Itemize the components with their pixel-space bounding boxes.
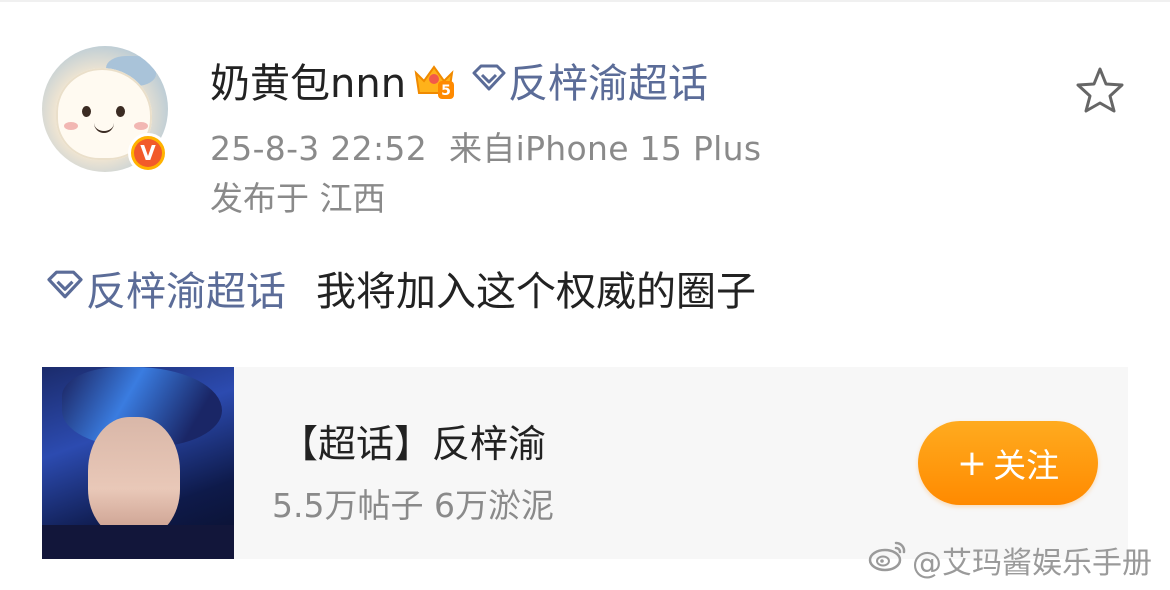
post-timestamp: 25-8-3 22:52 <box>210 129 427 168</box>
supertopic-label: 反梓渝超话 <box>508 61 709 107</box>
post-header: 奶黄包nnn 5 反梓渝超话 <box>210 52 708 108</box>
diamond-icon <box>44 265 86 311</box>
level-number: 5 <box>441 83 451 99</box>
post-location: 发布于 江西 <box>210 179 386 218</box>
supertopic-label: 反梓渝超话 <box>86 269 286 315</box>
watermark: @艾玛酱娱乐手册 <box>868 538 1152 582</box>
supertopic-link-body[interactable]: 反梓渝超话 <box>44 259 286 317</box>
supertopic-link-header[interactable]: 反梓渝超话 <box>470 51 708 109</box>
follow-button[interactable]: + 关注 <box>918 421 1098 505</box>
diamond-icon <box>470 57 508 103</box>
star-outline-icon <box>1076 67 1124 113</box>
verified-badge-icon: V <box>128 133 168 173</box>
post-source: 来自iPhone 15 Plus <box>449 129 762 168</box>
follow-label: 关注 <box>993 446 1060 485</box>
supertopic-card[interactable]: 【超话】反梓渝 5.5万帖子 6万淤泥 + 关注 <box>42 367 1128 559</box>
username[interactable]: 奶黄包nnn <box>210 51 406 109</box>
post-body: 反梓渝超话 我将加入这个权威的圈子 <box>44 258 756 318</box>
supertopic-card-title: 【超话】反梓渝 <box>280 422 547 466</box>
post-meta: 25-8-3 22:52 来自iPhone 15 Plus <box>210 122 761 170</box>
crown-icon[interactable]: 5 <box>412 59 456 101</box>
favorite-button[interactable] <box>1072 62 1128 118</box>
watermark-text: @艾玛酱娱乐手册 <box>912 546 1152 581</box>
supertopic-card-stats: 5.5万帖子 6万淤泥 <box>272 486 554 525</box>
plus-icon: + <box>956 442 988 484</box>
post-text: 我将加入这个权威的圈子 <box>316 269 756 315</box>
weibo-logo-icon <box>868 539 908 581</box>
top-divider <box>0 0 1170 2</box>
supertopic-thumbnail <box>42 367 234 559</box>
